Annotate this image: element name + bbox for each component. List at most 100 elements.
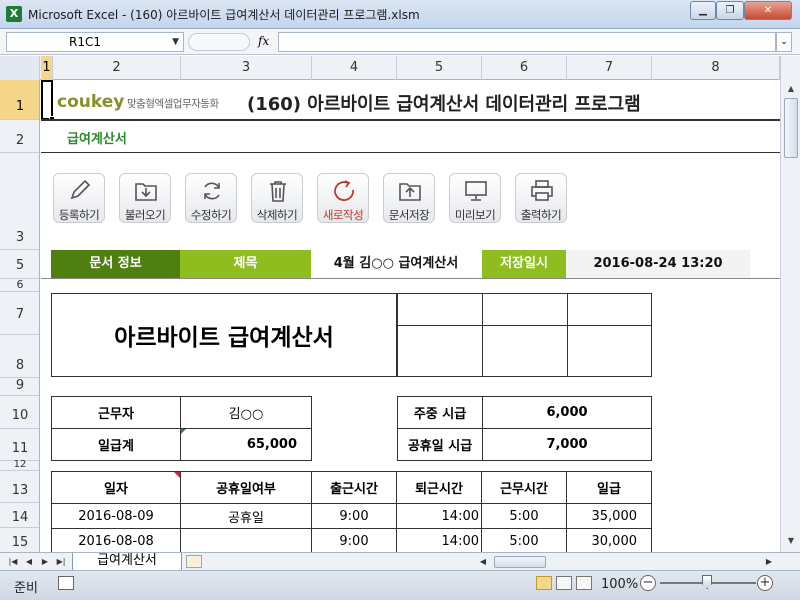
column-header[interactable]: 7 — [567, 56, 652, 80]
sheet-tab-active[interactable]: 급여계산서 — [72, 553, 182, 571]
table-cell[interactable]: 2016-08-08 — [51, 528, 181, 552]
row-header[interactable]: 14 — [0, 503, 39, 528]
weekday-rate-label: 주중 시급 — [397, 396, 483, 429]
scroll-left-icon[interactable]: ◀ — [476, 555, 490, 569]
pay-total-value[interactable]: 65,000 — [180, 428, 312, 461]
table-header-holiday: 공휴일여부 — [180, 471, 312, 504]
title-value[interactable]: 4월 김○○ 급여계산서 — [311, 250, 481, 278]
edit-button[interactable]: 수정하기 — [185, 173, 237, 223]
worker-value[interactable]: 김○○ — [180, 396, 312, 429]
weekday-rate-value[interactable]: 6,000 — [482, 396, 652, 429]
macro-record-icon[interactable] — [58, 576, 74, 590]
row-header[interactable]: 1 — [0, 80, 39, 120]
column-header[interactable]: 3 — [181, 56, 312, 80]
chevron-down-icon[interactable]: ▼ — [172, 33, 179, 51]
table-cell[interactable]: 9:00 — [311, 528, 397, 552]
delete-button[interactable]: 삭제하기 — [251, 173, 303, 223]
column-headers: 1 2 3 4 5 6 7 8 — [0, 56, 780, 80]
row-header[interactable]: 6 — [0, 279, 39, 292]
close-button[interactable]: ✕ — [744, 1, 792, 20]
refresh-icon — [204, 182, 220, 200]
new-document-button-label: 새로작성 — [322, 208, 364, 222]
table-cell[interactable]: 9:00 — [311, 503, 397, 529]
row-header[interactable]: 8 — [0, 335, 39, 378]
approval-grid-line — [482, 293, 483, 377]
sheet-subtitle: 급여계산서 — [67, 132, 127, 147]
zoom-out-icon[interactable]: − — [640, 575, 656, 591]
name-box-value: R1C1 — [69, 35, 101, 49]
insert-function-icon[interactable]: fx — [258, 34, 269, 48]
formula-input[interactable] — [278, 32, 776, 52]
doc-info-label: 문서 정보 — [51, 250, 180, 278]
horizontal-scroll-thumb[interactable] — [494, 556, 546, 568]
column-header[interactable]: 4 — [312, 56, 397, 80]
load-button-label: 불러오기 — [124, 208, 166, 222]
table-cell[interactable]: 14:00 — [396, 528, 482, 552]
scroll-right-icon[interactable]: ▶ — [762, 555, 776, 569]
new-document-button[interactable]: 새로작성 — [317, 173, 369, 223]
row-header[interactable]: 9 — [0, 378, 39, 396]
normal-view-icon[interactable] — [536, 576, 552, 590]
column-header[interactable]: 2 — [53, 56, 181, 80]
name-box[interactable]: R1C1 ▼ — [6, 32, 184, 52]
new-circle-icon — [334, 180, 354, 201]
row-header[interactable]: 11 — [0, 429, 39, 461]
row-header[interactable]: 7 — [0, 292, 39, 335]
status-text: 준비 — [14, 581, 38, 596]
excel-app-icon[interactable]: X — [6, 6, 22, 22]
title-bar: X Microsoft Excel - (160) 아르바이트 급여계산서 데이… — [0, 0, 800, 29]
trash-icon — [270, 181, 286, 202]
first-sheet-icon[interactable]: |◀ — [6, 555, 20, 569]
worksheet[interactable]: coukey 맞춤형엑셀업무자동화 (160) 아르바이트 급여계산서 데이터관… — [41, 80, 780, 552]
save-document-button[interactable]: 문서저장 — [383, 173, 435, 223]
column-header[interactable]: 5 — [397, 56, 482, 80]
zoom-level[interactable]: 100% — [601, 577, 638, 592]
row-header[interactable]: 2 — [0, 120, 39, 153]
holiday-rate-value[interactable]: 7,000 — [482, 428, 652, 461]
minimize-button[interactable]: ▁ — [690, 1, 716, 20]
row-header[interactable]: 10 — [0, 396, 39, 429]
table-cell[interactable]: 30,000 — [566, 528, 652, 552]
column-header[interactable]: 1 — [41, 56, 53, 80]
last-sheet-icon[interactable]: ▶| — [54, 555, 68, 569]
table-cell[interactable]: 14:00 — [396, 503, 482, 529]
saved-value[interactable]: 2016-08-24 13:20 — [566, 250, 750, 278]
saved-label: 저장일시 — [482, 250, 566, 278]
load-button[interactable]: 불러오기 — [119, 173, 171, 223]
table-cell[interactable]: 5:00 — [481, 528, 567, 552]
horizontal-scrollbar[interactable]: ◀ ▶ — [470, 555, 780, 569]
table-cell[interactable]: 5:00 — [481, 503, 567, 529]
table-cell[interactable] — [180, 528, 312, 552]
row-header[interactable]: 13 — [0, 471, 39, 503]
row-header[interactable]: 12 — [0, 460, 39, 471]
select-all-corner[interactable] — [0, 56, 40, 80]
next-sheet-icon[interactable]: ▶ — [38, 555, 52, 569]
row-headers: 1 2 3 5 6 7 8 9 10 11 12 13 14 15 — [0, 80, 40, 552]
table-cell[interactable]: 2016-08-09 — [51, 503, 181, 529]
insert-sheet-icon[interactable] — [186, 555, 202, 568]
register-button[interactable]: 등록하기 — [53, 173, 105, 223]
column-header[interactable]: 8 — [652, 56, 780, 80]
scroll-up-icon[interactable]: ▲ — [784, 82, 798, 96]
column-header[interactable]: 6 — [482, 56, 567, 80]
table-cell[interactable]: 공휴일 — [180, 503, 312, 529]
vertical-scroll-thumb[interactable] — [784, 98, 798, 158]
expand-formula-bar-icon[interactable]: ⌄ — [776, 32, 792, 52]
restore-button[interactable]: ❐ — [716, 1, 744, 20]
vertical-scrollbar[interactable]: ▲ ▼ — [780, 56, 800, 552]
page-break-view-icon[interactable] — [576, 576, 592, 590]
table-cell[interactable]: 35,000 — [566, 503, 652, 529]
print-button[interactable]: 출력하기 — [515, 173, 567, 223]
prev-sheet-icon[interactable]: ◀ — [22, 555, 36, 569]
subtitle-divider — [41, 152, 780, 153]
table-header-end-time: 퇴근시간 — [396, 471, 482, 504]
zoom-in-icon[interactable]: + — [757, 575, 773, 591]
formula-bar-resize-handle[interactable] — [188, 33, 250, 51]
scroll-down-icon[interactable]: ▼ — [784, 534, 798, 548]
preview-button[interactable]: 미리보기 — [449, 173, 501, 223]
row-header[interactable]: 15 — [0, 528, 39, 552]
row-header[interactable]: 5 — [0, 250, 39, 279]
zoom-slider-thumb[interactable] — [702, 575, 712, 589]
page-layout-view-icon[interactable] — [556, 576, 572, 590]
row-header[interactable]: 3 — [0, 153, 39, 250]
